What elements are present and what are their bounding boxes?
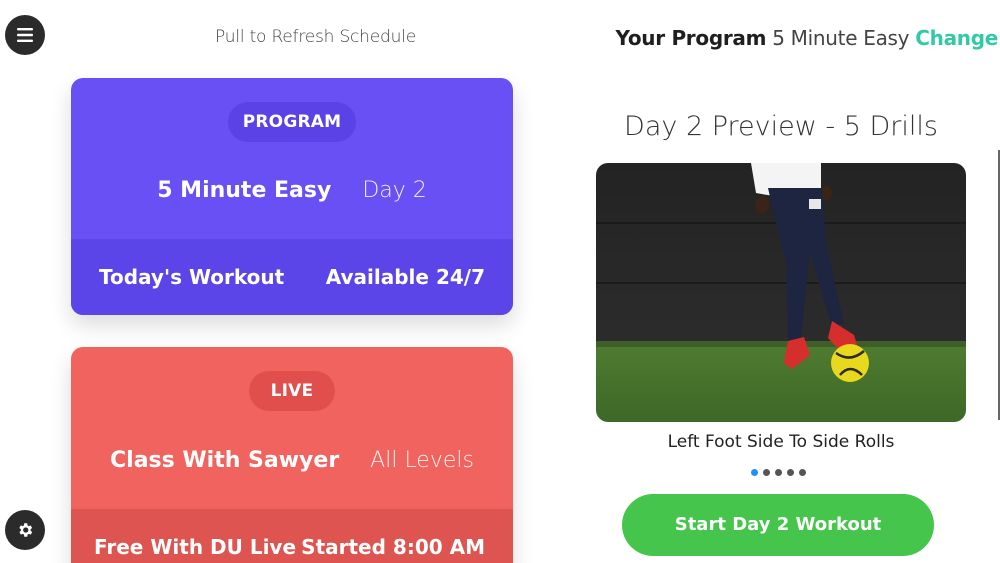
program-card-title: 5 Minute Easy Day 2 [71,178,513,203]
program-day: Day 2 [362,178,427,203]
program-card-footer: Today's Workout Available 24/7 [71,239,513,315]
program-value: 5 Minute Easy [772,26,910,50]
live-pill: LIVE [249,371,335,411]
hamburger-menu-icon [17,28,33,42]
live-class-card[interactable]: LIVE Class With Sawyer All Levels Free W… [71,347,513,563]
start-workout-button[interactable]: Start Day 2 Workout [622,494,934,556]
settings-button[interactable] [5,510,45,550]
drill-video-image [596,163,966,422]
live-price-label: Free With DU Live [94,535,297,559]
program-card[interactable]: PROGRAM 5 Minute Easy Day 2 Today's Work… [71,78,513,315]
day-preview-title: Day 2 Preview - 5 Drills [624,111,938,142]
pagination-dot[interactable] [763,469,770,476]
live-start-time: Started 8:00 AM [301,535,485,559]
change-program-link[interactable]: Change [915,26,998,50]
program-name: 5 Minute Easy [157,178,332,203]
availability-label: Available 24/7 [325,265,485,289]
current-program-header: Your Program 5 Minute Easy Change [616,26,999,50]
program-label: Your Program [615,26,767,50]
program-pill: PROGRAM [228,102,356,142]
class-name: Class With Sawyer [110,448,340,473]
class-level: All Levels [370,448,474,473]
drill-video-thumbnail[interactable] [596,163,966,422]
live-card-footer: Free With DU Live Started 8:00 AM [71,509,513,563]
drill-name: Left Foot Side To Side Rolls [667,432,895,452]
gear-icon [19,523,33,537]
pagination-dot[interactable] [775,469,782,476]
pagination-dot[interactable] [799,469,806,476]
pagination-dot[interactable] [751,469,758,476]
live-card-title: Class With Sawyer All Levels [71,448,513,473]
pagination-dot[interactable] [787,469,794,476]
preview-pagination[interactable] [751,469,806,476]
pull-to-refresh-label: Pull to Refresh Schedule [215,27,416,47]
todays-workout-label: Today's Workout [99,265,285,289]
menu-button[interactable] [5,15,45,55]
